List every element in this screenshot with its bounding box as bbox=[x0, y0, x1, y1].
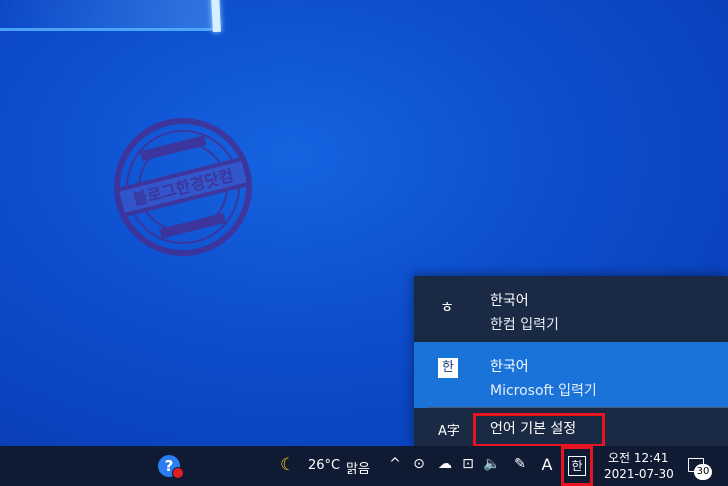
help-icon[interactable]: ? bbox=[158, 455, 184, 479]
annotation-highlight-box-ime bbox=[561, 446, 593, 486]
ime-item-method: 한컴 입력기 bbox=[490, 317, 559, 333]
language-settings-icon: A字 bbox=[438, 424, 460, 439]
ime-item-hancom[interactable]: ㅎ 한국어 한컴 입력기 bbox=[414, 276, 728, 342]
ime-item-language: 한국어 bbox=[490, 293, 529, 309]
onedrive-cloud-icon[interactable]: ☁ bbox=[436, 456, 454, 472]
ime-item-language: 한국어 bbox=[490, 359, 529, 375]
divider bbox=[428, 407, 728, 408]
hangul-ieung-icon: ㅎ bbox=[440, 298, 454, 316]
meet-now-icon[interactable]: ⊙ bbox=[410, 456, 428, 472]
weather-condition[interactable]: 맑음 bbox=[346, 458, 370, 477]
watermark-stamp: 블로그한경닷컴 bbox=[114, 118, 252, 256]
clock-time[interactable]: 오전 12:41 bbox=[608, 449, 668, 466]
alert-badge-icon bbox=[172, 467, 184, 479]
wallpaper-light-highlight bbox=[211, 0, 221, 33]
volume-icon[interactable]: 🔈 bbox=[483, 456, 501, 472]
network-icon[interactable]: ⊡ bbox=[459, 456, 477, 472]
taskbar: ? ☾ 26°C 맑음 ^ ⊙ ☁ ⊡ 🔈 ✎ A 한 오전 12:41 202… bbox=[0, 446, 728, 486]
clock-date[interactable]: 2021-07-30 bbox=[604, 467, 674, 481]
ime-item-method: Microsoft 입력기 bbox=[490, 383, 597, 399]
ime-item-microsoft[interactable]: 한 한국어 Microsoft 입력기 bbox=[414, 342, 728, 408]
weather-temperature[interactable]: 26°C bbox=[308, 458, 340, 473]
notification-count-badge: 30 bbox=[694, 464, 712, 480]
show-hidden-icons-chevron-icon[interactable]: ^ bbox=[386, 456, 404, 472]
moon-icon[interactable]: ☾ bbox=[280, 455, 300, 475]
input-indicator-a-icon[interactable]: A bbox=[538, 455, 556, 474]
wallpaper-light-shape bbox=[0, 0, 220, 30]
pen-icon[interactable]: ✎ bbox=[511, 456, 529, 472]
annotation-highlight-box bbox=[473, 413, 605, 447]
hangul-han-icon: 한 bbox=[438, 358, 458, 378]
wallpaper-light-edge bbox=[0, 28, 218, 31]
